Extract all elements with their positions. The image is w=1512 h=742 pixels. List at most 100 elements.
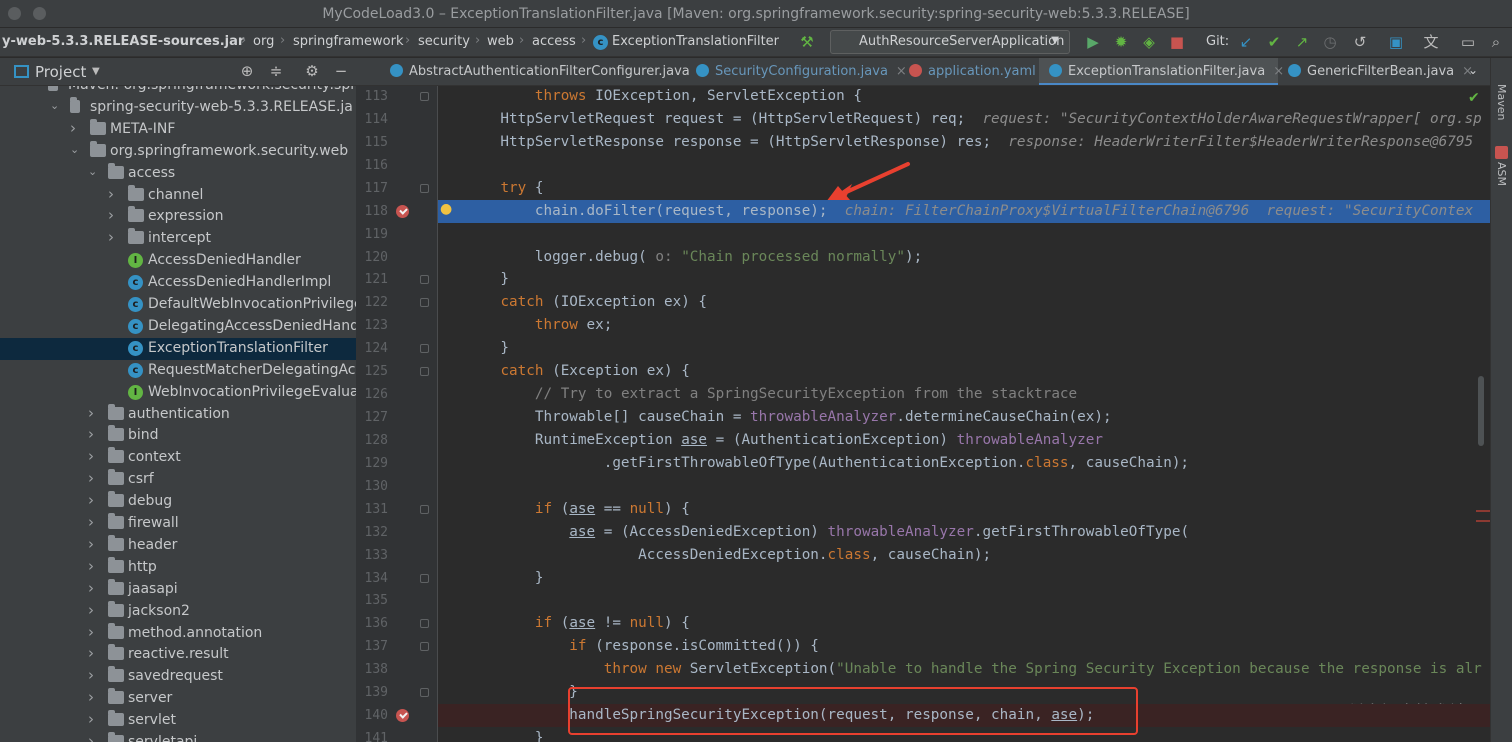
chevron-right-icon[interactable]: ›: [88, 644, 94, 662]
tree-item[interactable]: ⌄ spring-security-web-5.3.3.RELEASE.ja: [0, 96, 356, 119]
chevron-right-icon[interactable]: ›: [88, 404, 94, 422]
breadcrumb-springframework[interactable]: springframework: [293, 34, 403, 49]
breadcrumb-security[interactable]: security: [418, 34, 470, 49]
tree-folder[interactable]: › servletapi: [0, 732, 356, 742]
collapse-all-icon[interactable]: ≑: [266, 61, 286, 81]
tree-folder[interactable]: › server: [0, 688, 356, 710]
maven-tool-button[interactable]: Maven: [1495, 84, 1508, 120]
history-icon[interactable]: ◷: [1320, 32, 1340, 52]
fold-marker-icon[interactable]: [420, 573, 429, 583]
tree-folder[interactable]: › method.annotation: [0, 622, 356, 645]
code-line[interactable]: if (ase == null) {: [438, 498, 1490, 521]
code-line[interactable]: [438, 223, 1490, 246]
code-line[interactable]: Throwable[] causeChain = throwableAnalyz…: [438, 406, 1490, 429]
breadcrumb-class[interactable]: ExceptionTranslationFilter: [612, 34, 779, 49]
tree-folder[interactable]: › META-INF: [0, 118, 356, 141]
tree-folder[interactable]: › csrf: [0, 469, 356, 491]
run-icon[interactable]: ▶: [1083, 32, 1103, 52]
code-line[interactable]: try {: [438, 177, 1490, 200]
breadcrumb-jar[interactable]: y-web-5.3.3.RELEASE-sources.jar: [2, 34, 244, 49]
tree-folder[interactable]: › http: [0, 556, 356, 579]
code-line[interactable]: HttpServletRequest request = (HttpServle…: [438, 108, 1490, 131]
chevron-down-icon[interactable]: ⌄: [88, 165, 97, 178]
git-push-icon[interactable]: ↗: [1292, 32, 1312, 52]
locate-icon[interactable]: ⊕: [237, 61, 257, 81]
chevron-right-icon[interactable]: ›: [88, 601, 94, 619]
tree-folder[interactable]: › header: [0, 534, 356, 557]
fold-marker-icon[interactable]: [420, 504, 429, 514]
chevron-right-icon[interactable]: ›: [88, 688, 94, 706]
code-line[interactable]: [438, 589, 1490, 612]
tree-folder[interactable]: › reactive.result: [0, 644, 356, 666]
tree-item[interactable]: c RequestMatcherDelegatingAc: [0, 360, 356, 382]
code-line[interactable]: if (ase != null) {: [438, 612, 1490, 635]
asm-tool-button[interactable]: ASM: [1495, 162, 1508, 186]
stop-icon[interactable]: ■: [1167, 32, 1187, 52]
code-line[interactable]: catch (IOException ex) {: [438, 291, 1490, 314]
tree-item[interactable]: I AccessDeniedHandler: [0, 250, 356, 272]
tree-folder[interactable]: › servlet: [0, 710, 356, 732]
code-line[interactable]: .getFirstThrowableOfType(AuthenticationE…: [438, 452, 1490, 475]
tree-folder[interactable]: › expression: [0, 206, 356, 228]
fold-marker-icon[interactable]: [420, 619, 429, 629]
chevron-right-icon[interactable]: ›: [108, 228, 114, 246]
fold-marker-icon[interactable]: [420, 275, 429, 285]
fold-marker-icon[interactable]: [420, 298, 429, 308]
code-line[interactable]: }: [438, 567, 1490, 590]
chevron-right-icon[interactable]: ›: [88, 710, 94, 728]
tree-folder[interactable]: › firewall: [0, 513, 356, 535]
code-line[interactable]: chain.doFilter(request, response); chain…: [438, 199, 1490, 223]
editor-tab[interactable]: GenericFilterBean.java ×: [1278, 58, 1490, 85]
fold-marker-icon[interactable]: [420, 183, 429, 193]
tree-item[interactable]: I WebInvocationPrivilegeEvalua: [0, 382, 356, 404]
coverage-icon[interactable]: ◈: [1139, 32, 1159, 52]
hide-panel-icon[interactable]: −: [331, 61, 351, 81]
tabs-overflow-chevron-icon[interactable]: ⌄: [1468, 63, 1478, 77]
code-line[interactable]: catch (Exception ex) {: [438, 360, 1490, 383]
tree-folder[interactable]: ⌄ org.springframework.security.web: [0, 140, 356, 163]
chevron-right-icon[interactable]: ›: [70, 119, 76, 137]
breadcrumb-access[interactable]: access: [532, 34, 576, 49]
chevron-right-icon[interactable]: ›: [88, 469, 94, 487]
tree-folder[interactable]: › debug: [0, 491, 356, 513]
code-line[interactable]: [438, 154, 1490, 177]
tree-item[interactable]: c DefaultWebInvocationPrivilege: [0, 294, 356, 316]
code-line[interactable]: throw ex;: [438, 314, 1490, 337]
code-line[interactable]: // Try to extract a SpringSecurityExcept…: [438, 383, 1490, 406]
editor-tab[interactable]: application.yaml×: [899, 58, 1055, 85]
fold-marker-icon[interactable]: [420, 688, 429, 698]
chevron-down-icon[interactable]: ⌄: [50, 99, 59, 112]
code-line[interactable]: if (response.isCommitted()) {: [438, 635, 1490, 658]
gear-icon[interactable]: ⚙: [302, 61, 322, 81]
chevron-right-icon[interactable]: ›: [88, 425, 94, 443]
tree-item[interactable]: c AccessDeniedHandlerImpl: [0, 272, 356, 294]
editor-tab[interactable]: SecurityConfiguration.java ×: [686, 58, 907, 85]
fold-marker-icon[interactable]: [420, 642, 429, 652]
fold-marker-icon[interactable]: [420, 92, 429, 101]
build-hammer-icon[interactable]: ⚒: [797, 32, 817, 52]
tree-folder[interactable]: › channel: [0, 184, 356, 207]
tree-folder[interactable]: › jackson2: [0, 600, 356, 623]
project-title[interactable]: Project: [35, 63, 86, 81]
chevron-right-icon[interactable]: ›: [108, 185, 114, 203]
code-line[interactable]: ase = (AccessDeniedException) throwableA…: [438, 521, 1490, 544]
chevron-right-icon[interactable]: ›: [108, 206, 114, 224]
code-line[interactable]: RuntimeException ase = (AuthenticationEx…: [438, 429, 1490, 452]
revert-icon[interactable]: ↺: [1350, 32, 1370, 52]
chevron-right-icon[interactable]: ›: [88, 557, 94, 575]
fold-marker-icon[interactable]: [420, 367, 429, 377]
tree-folder[interactable]: › intercept: [0, 228, 356, 250]
tree-folder[interactable]: › savedrequest: [0, 666, 356, 688]
chevron-right-icon[interactable]: ›: [88, 513, 94, 531]
code-line[interactable]: logger.debug( o: "Chain processed normal…: [438, 246, 1490, 269]
git-commit-icon[interactable]: ✔: [1264, 32, 1284, 52]
git-update-icon[interactable]: ↙: [1236, 32, 1256, 52]
code-line[interactable]: AccessDeniedException.class, causeChain)…: [438, 544, 1490, 567]
code-line[interactable]: [438, 475, 1490, 498]
tree-folder[interactable]: › authentication: [0, 403, 356, 426]
chevron-down-icon[interactable]: ⌄: [70, 143, 79, 156]
lightbulb-icon[interactable]: ●: [440, 201, 452, 217]
tree-folder[interactable]: › bind: [0, 425, 356, 447]
layout-icon[interactable]: ▭: [1458, 32, 1478, 52]
chevron-right-icon[interactable]: ›: [88, 732, 94, 742]
